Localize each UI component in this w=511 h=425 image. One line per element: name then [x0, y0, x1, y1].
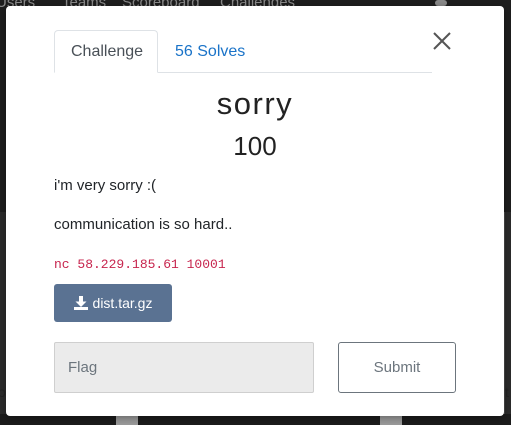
background-left-text: o	[0, 384, 6, 400]
download-file-button[interactable]: dist.tar.gz	[54, 284, 172, 322]
tab-solves[interactable]: 56 Solves	[158, 30, 262, 72]
background-right-text: t	[505, 384, 509, 400]
close-icon	[433, 32, 451, 50]
submit-button[interactable]: Submit	[338, 342, 456, 393]
download-icon	[73, 296, 88, 310]
connection-command: nc 58.229.185.61 10001	[54, 257, 226, 272]
challenge-description-line: communication is so hard..	[54, 216, 233, 233]
challenge-description-line: i'm very sorry :(	[54, 177, 157, 194]
tab-challenge[interactable]: Challenge	[54, 30, 158, 73]
challenge-value: 100	[233, 131, 277, 161]
challenge-name: sorry	[216, 86, 294, 121]
flag-input[interactable]	[54, 342, 314, 393]
close-button[interactable]	[431, 30, 455, 54]
challenge-tabs: Challenge 56 Solves	[54, 30, 432, 73]
download-file-label: dist.tar.gz	[92, 295, 153, 311]
challenge-modal: Challenge 56 Solves sorry 100 i'm very s…	[6, 6, 504, 416]
